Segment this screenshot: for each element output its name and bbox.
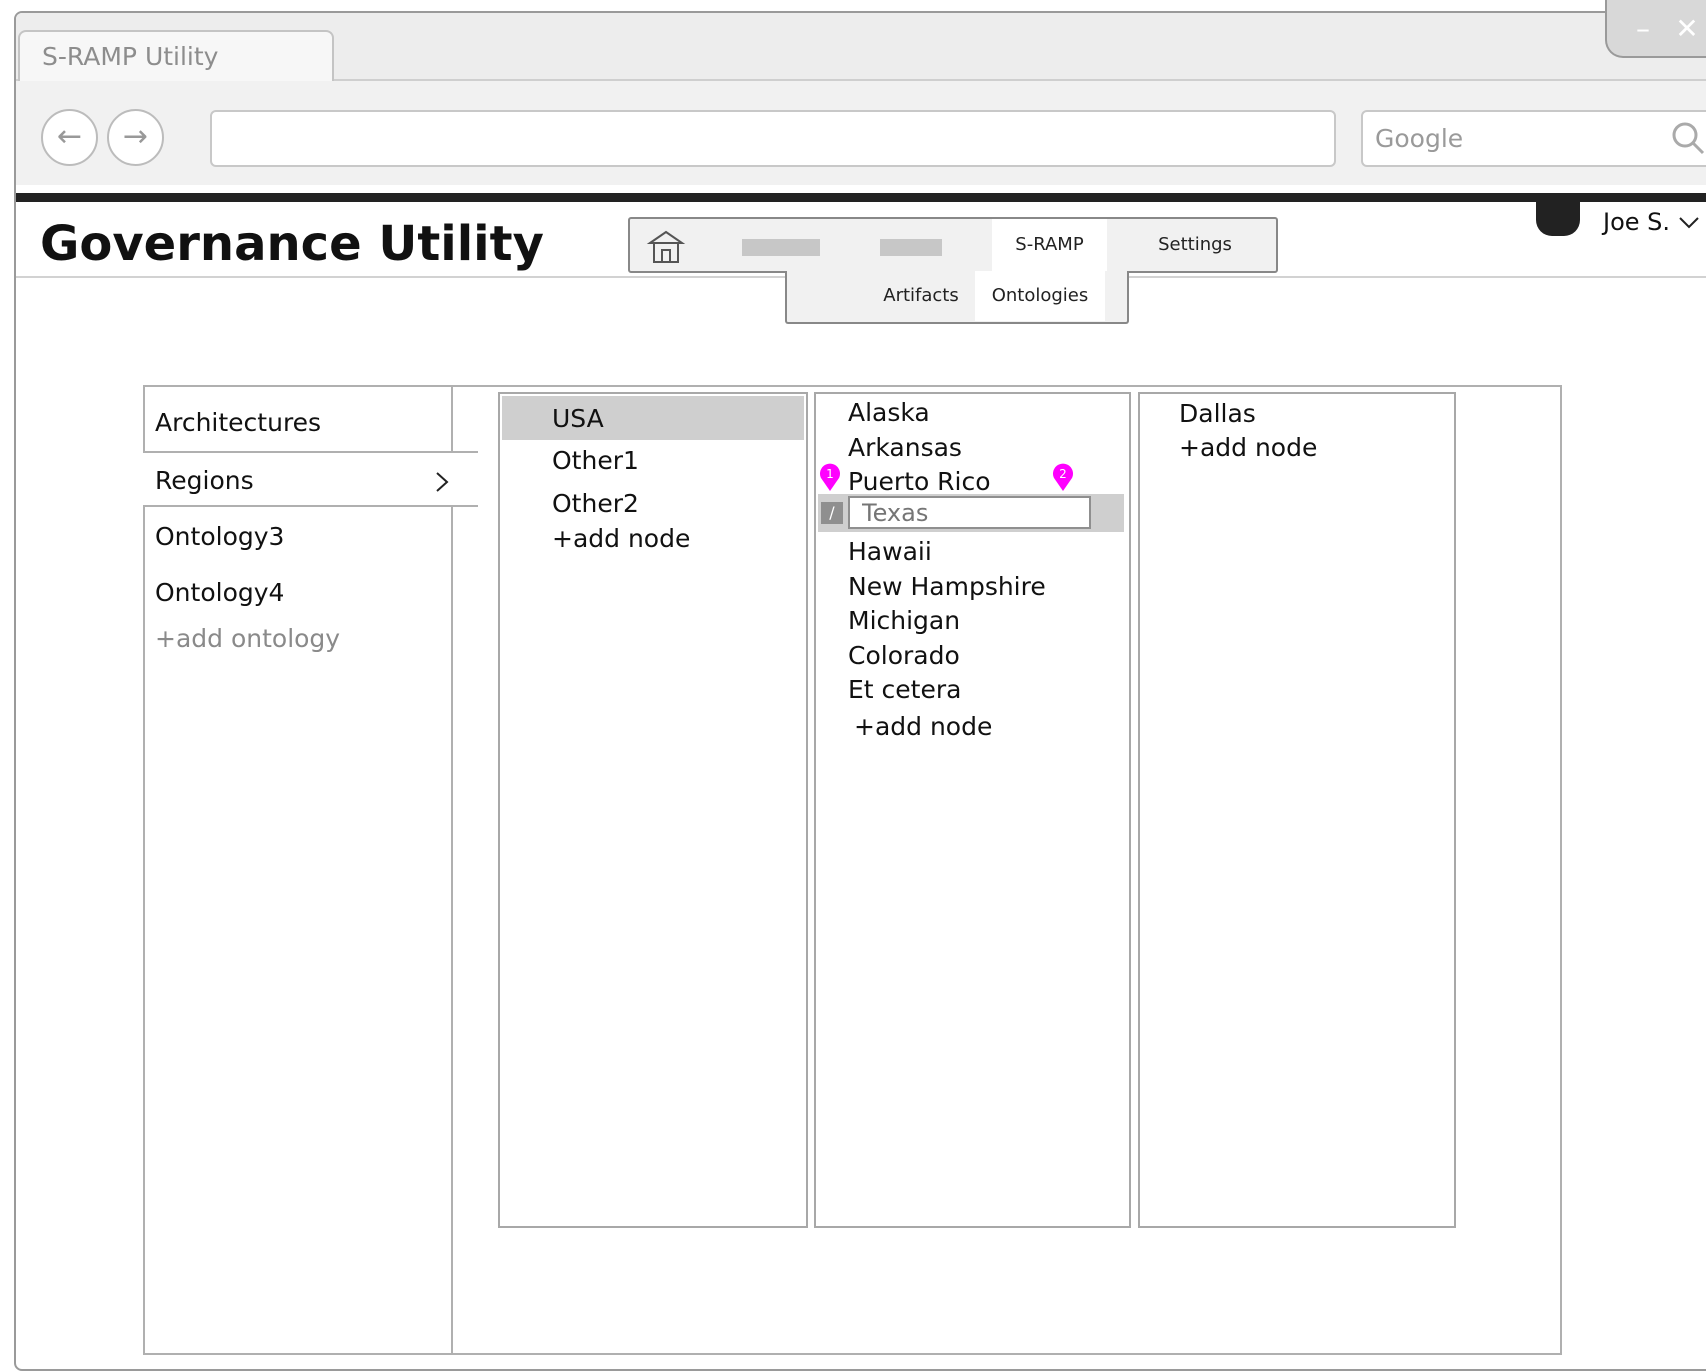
node-item[interactable]: Other2 bbox=[552, 489, 639, 518]
add-node-link[interactable]: +add node bbox=[1179, 433, 1317, 462]
tab-ontologies[interactable]: Ontologies bbox=[975, 271, 1105, 321]
chevron-right-icon bbox=[436, 472, 449, 492]
browser-tab-title: S-RAMP Utility bbox=[42, 42, 219, 71]
chevron-down-icon bbox=[1678, 217, 1699, 229]
user-menu[interactable]: Joe S. bbox=[1603, 208, 1700, 236]
forward-button[interactable]: → bbox=[107, 109, 164, 166]
home-icon[interactable] bbox=[646, 229, 686, 265]
node-item[interactable]: Colorado bbox=[848, 641, 960, 670]
node-item[interactable]: Dallas bbox=[1179, 399, 1256, 428]
search-icon[interactable] bbox=[1671, 121, 1705, 155]
window-controls: – ✕ bbox=[1605, 0, 1706, 58]
back-arrow-icon: ← bbox=[56, 119, 83, 154]
user-name: Joe S. bbox=[1603, 208, 1671, 236]
search-input[interactable]: Google bbox=[1361, 110, 1706, 167]
browser-toolbar: ← → Google bbox=[16, 81, 1706, 185]
node-item[interactable]: Puerto Rico bbox=[848, 467, 991, 496]
browser-tab[interactable]: S-RAMP Utility bbox=[18, 30, 334, 83]
minimize-button[interactable]: – bbox=[1623, 10, 1663, 48]
header-divider bbox=[16, 193, 1706, 202]
add-node-link[interactable]: +add node bbox=[552, 524, 690, 553]
back-button[interactable]: ← bbox=[41, 109, 98, 166]
node-column-3: Dallas +add node bbox=[1138, 392, 1456, 1228]
add-ontology-link[interactable]: +add ontology bbox=[143, 611, 453, 667]
nav-placeholder-1[interactable] bbox=[742, 239, 820, 256]
node-item[interactable]: Hawaii bbox=[848, 537, 932, 566]
annotation-marker-1-icon: 1 bbox=[820, 463, 840, 491]
browser-tabbar: S-RAMP Utility bbox=[16, 13, 1706, 83]
main-nav: S-RAMP Settings bbox=[628, 217, 1278, 273]
node-item[interactable]: Alaska bbox=[848, 398, 930, 427]
minimize-icon: – bbox=[1636, 12, 1650, 45]
ontology-item-label: Regions bbox=[155, 466, 254, 495]
address-bar[interactable] bbox=[210, 110, 1336, 167]
node-name-input[interactable] bbox=[848, 496, 1091, 529]
annotation-marker-1-label: 1 bbox=[826, 467, 834, 481]
close-button[interactable]: ✕ bbox=[1667, 10, 1706, 48]
node-edit-row: / bbox=[818, 494, 1124, 532]
annotation-marker-2-icon: 2 bbox=[1053, 463, 1073, 491]
forward-arrow-icon: → bbox=[122, 119, 149, 154]
node-item[interactable]: New Hampshire bbox=[848, 572, 1046, 601]
page-title: Governance Utility bbox=[40, 216, 544, 272]
ontology-list: Architectures Regions Ontology3 Ontology… bbox=[143, 385, 478, 1355]
node-item[interactable]: Other1 bbox=[552, 446, 639, 475]
node-item[interactable]: Et cetera bbox=[848, 675, 961, 704]
add-node-link[interactable]: +add node bbox=[854, 712, 992, 741]
node-item[interactable]: Arkansas bbox=[848, 433, 962, 462]
pencil-icon[interactable]: / bbox=[821, 502, 843, 524]
node-column-2: Alaska Arkansas Puerto Rico / Hawaii New… bbox=[814, 392, 1131, 1228]
close-icon: ✕ bbox=[1675, 12, 1699, 45]
annotation-marker-2-label: 2 bbox=[1059, 467, 1067, 481]
tab-artifacts[interactable]: Artifacts bbox=[867, 271, 975, 321]
node-item[interactable]: Michigan bbox=[848, 606, 960, 635]
search-placeholder: Google bbox=[1375, 124, 1464, 153]
node-column-1: USA Other1 Other2 +add node bbox=[498, 392, 808, 1228]
tab-s-ramp[interactable]: S-RAMP bbox=[992, 219, 1107, 271]
node-item-selected[interactable]: USA bbox=[502, 396, 804, 440]
ontology-item[interactable]: Architectures bbox=[143, 395, 453, 451]
ontology-item[interactable]: Ontology3 bbox=[143, 509, 453, 565]
ontology-item-selected[interactable]: Regions bbox=[143, 451, 478, 507]
user-notch bbox=[1536, 202, 1580, 236]
tab-settings[interactable]: Settings bbox=[1130, 219, 1260, 271]
nav-placeholder-2[interactable] bbox=[880, 239, 942, 256]
sub-nav: Artifacts Ontologies bbox=[785, 271, 1129, 324]
